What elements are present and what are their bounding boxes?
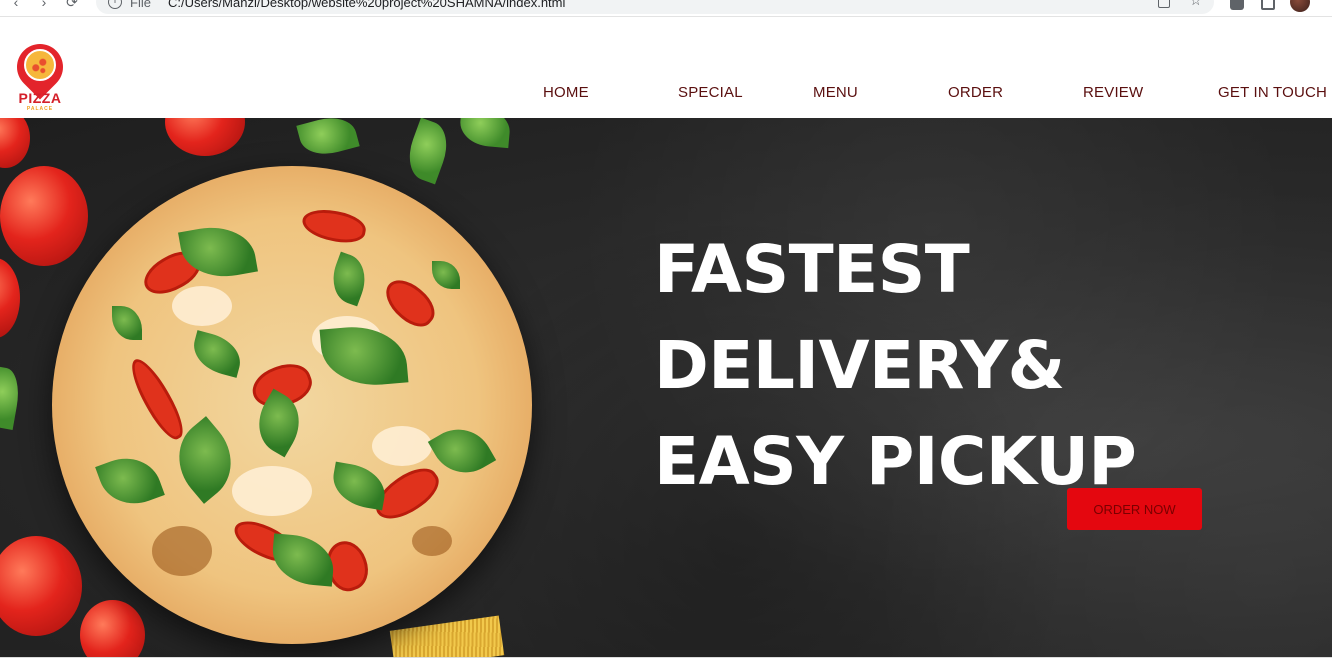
headline-line: DELIVERY&: [654, 327, 1065, 404]
hero-banner: FASTEST DELIVERY& EASY PICKUP ORDER NOW: [0, 118, 1332, 657]
pizza-logo[interactable]: PIZZA PALACE: [7, 34, 73, 116]
extensions-icon[interactable]: [1230, 0, 1244, 10]
info-icon[interactable]: i: [108, 0, 122, 9]
logo-subtext: PALACE: [26, 106, 54, 112]
site-header: PIZZA PALACE HOME SPECIAL MENU ORDER REV…: [0, 18, 1332, 118]
reload-icon[interactable]: ⟳: [64, 0, 80, 10]
page-bottom-edge: [0, 657, 1332, 662]
hero-headline: FASTEST DELIVERY& EASY PICKUP: [654, 222, 1137, 510]
side-panel-icon[interactable]: [1261, 0, 1275, 10]
headline-line: FASTEST: [654, 231, 970, 308]
browser-toolbar: ‹ › ⟳ i File C:/Users/Manzi/Desktop/webs…: [0, 0, 1332, 17]
url-text[interactable]: C:/Users/Manzi/Desktop/website%20project…: [168, 0, 565, 10]
nav-review[interactable]: REVIEW: [1083, 84, 1143, 101]
headline-line: EASY PICKUP: [654, 423, 1137, 500]
order-now-button[interactable]: ORDER NOW: [1067, 488, 1202, 530]
logo-wordmark: PIZZA: [18, 90, 62, 106]
protocol-label: File: [130, 0, 151, 10]
tomato-image: [0, 166, 88, 266]
pizza-icon: [24, 49, 56, 81]
pizza-image: [52, 166, 532, 644]
bookmark-star-icon[interactable]: ☆: [1189, 0, 1202, 9]
nav-get-in-touch[interactable]: GET IN TOUCH: [1218, 84, 1327, 101]
profile-avatar[interactable]: [1290, 0, 1310, 12]
nav-special[interactable]: SPECIAL: [678, 84, 743, 101]
nav-home[interactable]: HOME: [543, 84, 589, 101]
nav-order[interactable]: ORDER: [948, 84, 1003, 101]
nav-menu[interactable]: MENU: [813, 84, 858, 101]
forward-icon[interactable]: ›: [36, 0, 52, 10]
share-icon[interactable]: [1158, 0, 1170, 8]
back-icon[interactable]: ‹: [8, 0, 24, 10]
address-bar[interactable]: i File C:/Users/Manzi/Desktop/website%20…: [96, 0, 1214, 14]
